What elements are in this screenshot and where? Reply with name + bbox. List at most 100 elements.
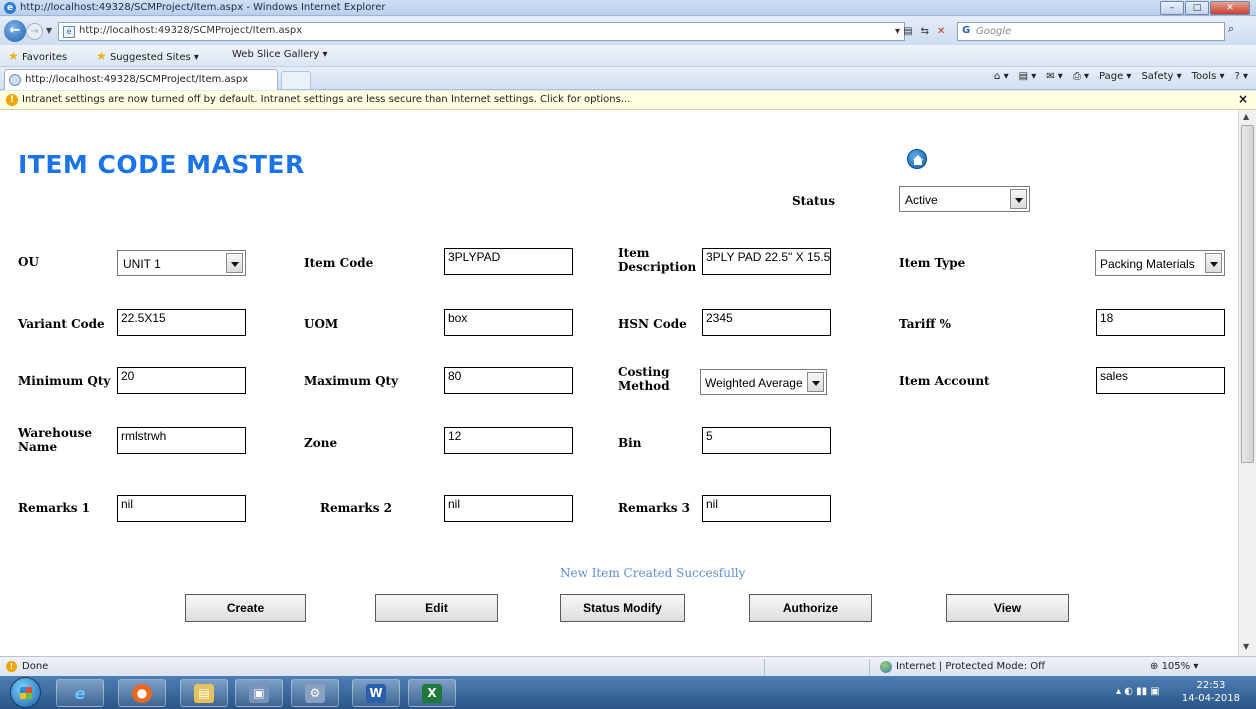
page-favicon-icon: e xyxy=(63,26,75,38)
minimum-qty-input[interactable]: 20 xyxy=(117,367,246,394)
chevron-down-icon[interactable] xyxy=(226,253,243,273)
chevron-down-icon[interactable] xyxy=(1205,253,1222,273)
maximize-button[interactable]: □ xyxy=(1185,1,1209,15)
search-input[interactable]: G Google xyxy=(957,22,1225,41)
favorites-bar: ★ Favorites ★ Suggested Sites ▾ Web Slic… xyxy=(0,45,1256,67)
forward-button[interactable]: → xyxy=(26,23,43,40)
remarks3-input[interactable]: nil xyxy=(702,495,831,522)
tariff-input[interactable]: 18 xyxy=(1096,309,1225,336)
item-account-input[interactable]: sales xyxy=(1096,367,1225,394)
costing-method-select[interactable]: Weighted Average xyxy=(700,369,827,395)
word-icon: W xyxy=(366,684,386,703)
safety-menu[interactable]: Safety ▾ xyxy=(1141,71,1181,82)
minimize-button[interactable]: – xyxy=(1160,1,1184,15)
chevron-down-icon[interactable] xyxy=(807,372,824,392)
address-url[interactable]: http://localhost:49328/SCMProject/Item.a… xyxy=(79,25,302,36)
chevron-down-icon[interactable] xyxy=(1010,189,1027,209)
page-title: ITEM CODE MASTER xyxy=(18,150,305,179)
tool-icon: ⚙ xyxy=(305,684,325,703)
feeds-icon[interactable]: ▤ ▾ xyxy=(1019,71,1037,82)
print-icon[interactable]: ⎙ ▾ xyxy=(1073,71,1089,82)
taskbar-presentation[interactable]: ▣ xyxy=(235,679,283,707)
zoom-level[interactable]: ⊕ 105% ▾ xyxy=(1150,661,1198,672)
security-zone[interactable]: Internet | Protected Mode: Off xyxy=(896,661,1045,672)
clock[interactable]: 22:53 14-04-2018 xyxy=(1182,679,1240,705)
view-button[interactable]: View xyxy=(946,594,1069,622)
vertical-scrollbar[interactable]: ▲ ▼ xyxy=(1238,110,1256,656)
start-button[interactable] xyxy=(10,677,41,708)
suggested-sites-link[interactable]: ★ Suggested Sites ▾ xyxy=(96,49,199,63)
remarks1-label: Remarks 1 xyxy=(18,501,90,515)
excel-icon: X xyxy=(422,684,442,703)
uom-label: UOM xyxy=(304,317,339,331)
costing-method-label: Costing Method xyxy=(618,365,670,393)
maximum-qty-input[interactable]: 80 xyxy=(444,367,573,394)
tab-item-aspx[interactable]: http://localhost:49328/SCMProject/Item.a… xyxy=(4,69,278,90)
taskbar-firefox[interactable]: ● xyxy=(118,679,166,707)
hsn-code-input[interactable]: 2345 xyxy=(702,309,831,336)
help-icon[interactable]: ? ▾ xyxy=(1234,71,1248,82)
warehouse-name-label: Warehouse Name xyxy=(18,426,93,454)
page-menu[interactable]: Page ▾ xyxy=(1099,71,1131,82)
zone-input[interactable]: 12 xyxy=(444,427,573,454)
remarks2-input[interactable]: nil xyxy=(444,495,573,522)
remarks1-input[interactable]: nil xyxy=(117,495,246,522)
uom-input[interactable]: box xyxy=(444,309,573,336)
taskbar-ie[interactable]: e xyxy=(56,679,104,707)
information-bar[interactable]: ! Intranet settings are now turned off b… xyxy=(0,91,1256,110)
web-slice-gallery-link[interactable]: Web Slice Gallery ▾ xyxy=(232,49,328,60)
variant-code-input[interactable]: 22.5X15 xyxy=(117,309,246,336)
tools-menu[interactable]: Tools ▾ xyxy=(1192,71,1225,82)
minimum-qty-label: Minimum Qty xyxy=(18,374,111,388)
page-content: ITEM CODE MASTER Status Active OU UNIT 1… xyxy=(0,110,1238,656)
edit-button[interactable]: Edit xyxy=(375,594,498,622)
history-dropdown-icon[interactable]: ▼ xyxy=(46,26,52,35)
tray-icons[interactable]: ▴ ◐ ▮▮ ▣ xyxy=(1116,686,1160,697)
create-button[interactable]: Create xyxy=(185,594,306,622)
monitor-icon: ▣ xyxy=(249,684,269,703)
address-bar[interactable]: e http://localhost:49328/SCMProject/Item… xyxy=(58,22,905,41)
scrollbar-thumb[interactable] xyxy=(1241,125,1254,463)
command-bar: ⌂ ▾ ▤ ▾ ✉ ▾ ⎙ ▾ Page ▾ Safety ▾ Tools ▾ … xyxy=(994,71,1248,82)
maximum-qty-label: Maximum Qty xyxy=(304,374,399,388)
back-button[interactable]: ← xyxy=(4,20,26,42)
infobar-text[interactable]: Intranet settings are now turned off by … xyxy=(22,94,630,105)
scroll-up-icon[interactable]: ▲ xyxy=(1243,112,1249,121)
taskbar-word[interactable]: W xyxy=(352,679,400,707)
item-type-select[interactable]: Packing Materials xyxy=(1095,250,1225,276)
status-select[interactable]: Active xyxy=(899,186,1030,212)
home-icon[interactable] xyxy=(907,149,927,169)
warehouse-name-input[interactable]: rmlstrwh xyxy=(117,427,246,454)
status-text: Done xyxy=(22,661,49,672)
compatibility-view-icon[interactable]: ▾ ▤ xyxy=(892,22,916,41)
search-icon[interactable]: ⌕ xyxy=(1228,22,1234,36)
status-bar: ! Done Internet | Protected Mode: Off ⊕ … xyxy=(0,656,1256,676)
authorize-button[interactable]: Authorize xyxy=(749,594,872,622)
taskbar-explorer[interactable]: ▤ xyxy=(180,679,228,707)
close-window-button[interactable]: ✕ xyxy=(1210,1,1250,15)
mail-icon[interactable]: ✉ ▾ xyxy=(1046,71,1063,82)
bin-input[interactable]: 5 xyxy=(702,427,831,454)
taskbar-tool[interactable]: ⚙ xyxy=(291,679,339,707)
ie-logo-icon: e xyxy=(4,2,16,14)
search-placeholder: Google xyxy=(976,26,1012,37)
tab-page-icon xyxy=(9,74,21,86)
status-modify-button[interactable]: Status Modify xyxy=(560,594,685,622)
favorites-button[interactable]: ★ Favorites xyxy=(8,49,67,63)
costing-method-select-value: Weighted Average xyxy=(705,376,803,390)
item-code-input[interactable]: 3PLYPAD xyxy=(444,248,573,275)
new-tab-button[interactable] xyxy=(281,71,311,90)
home-toolbar-icon[interactable]: ⌂ ▾ xyxy=(994,71,1009,82)
ou-select[interactable]: UNIT 1 xyxy=(117,250,246,276)
zone-label: Zone xyxy=(304,436,338,450)
item-type-select-value: Packing Materials xyxy=(1100,257,1195,271)
item-description-input[interactable]: 3PLY PAD 22.5" X 15.5 xyxy=(702,248,831,275)
refresh-icon[interactable]: ⇆ xyxy=(918,22,932,41)
windows-taskbar: e ● ▤ ▣ ⚙ W X ▴ ◐ ▮▮ ▣ 22:53 14-04-2018 xyxy=(0,676,1256,709)
tab-title: http://localhost:49328/SCMProject/Item.a… xyxy=(25,74,249,85)
close-infobar-icon[interactable]: × xyxy=(1238,92,1248,106)
scroll-down-icon[interactable]: ▼ xyxy=(1243,642,1249,651)
taskbar-excel[interactable]: X xyxy=(408,679,456,707)
stop-icon[interactable]: ✕ xyxy=(934,22,948,41)
item-code-label: Item Code xyxy=(304,256,374,270)
